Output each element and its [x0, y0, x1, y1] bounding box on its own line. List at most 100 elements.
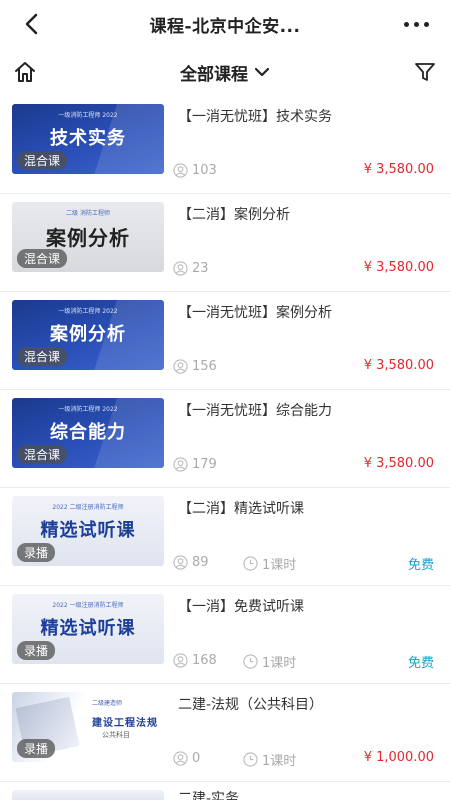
thumbnail-caption: 一级消防工程师 2022	[58, 308, 118, 315]
student-count: 168	[172, 652, 217, 668]
thumbnail-caption: 一级消防工程师 2022	[58, 112, 118, 119]
course-title: 【一消无忧班】技术实务	[178, 109, 332, 125]
chevron-down-icon	[254, 67, 270, 77]
course-type-badge: 混合课	[17, 151, 68, 170]
course-price: ¥ 3,580.00	[363, 162, 434, 177]
user-icon	[172, 652, 188, 668]
student-count-value: 0	[192, 750, 201, 766]
student-count: 23	[172, 260, 209, 276]
course-price: ¥ 3,580.00	[363, 260, 434, 275]
course-type-badge: 混合课	[17, 445, 68, 464]
more-options-button[interactable]	[396, 8, 436, 40]
user-icon	[172, 260, 188, 276]
course-item[interactable]: 一级消防工程师 2022 案例分析 混合课 【一消无忧班】案例分析 156 ¥ …	[0, 292, 450, 390]
student-count: 103	[172, 162, 217, 178]
duration-value: 1课时	[262, 754, 297, 769]
course-thumbnail	[12, 790, 164, 800]
dot-icon	[413, 21, 419, 27]
thumbnail-caption: 2022 一级注册消防工程师	[52, 602, 124, 609]
category-label: 全部课程	[180, 64, 248, 85]
course-duration: 1课时	[242, 554, 296, 573]
student-count-value: 23	[192, 260, 209, 276]
filter-button[interactable]	[410, 57, 440, 87]
student-count: 179	[172, 456, 217, 472]
home-button[interactable]	[10, 57, 40, 87]
course-title: 【一消无忧班】案例分析	[178, 305, 332, 321]
user-icon	[172, 358, 188, 374]
student-count: 0	[172, 750, 200, 766]
course-item[interactable]: 一级消防工程师 2022 综合能力 混合课 【一消无忧班】综合能力 179 ¥ …	[0, 390, 450, 488]
course-item[interactable]: 二级建造师 建设工程法规 公共科目 录播 二建-法规（公共科目） 0 1课时 ¥…	[0, 684, 450, 782]
course-item[interactable]: 二建-实务	[0, 782, 450, 800]
course-price: 免费	[407, 558, 434, 573]
course-type-badge: 录播	[17, 739, 56, 758]
duration-value: 1课时	[262, 656, 297, 671]
thumbnail-title: 案例分析	[50, 324, 126, 345]
student-count: 156	[172, 358, 217, 374]
thumbnail-title: 技术实务	[50, 128, 126, 149]
thumbnail-caption: 2022 二级注册消防工程师	[52, 504, 124, 511]
thumbnail-caption: 一级消防工程师 2022	[58, 406, 118, 413]
course-thumbnail: 一级消防工程师 2022 案例分析 混合课	[12, 300, 164, 370]
course-title: 二建-实务	[178, 791, 240, 800]
course-thumbnail: 二级建造师 建设工程法规 公共科目 录播	[12, 692, 164, 762]
course-thumbnail: 2022 一级注册消防工程师 精选试听课 录播	[12, 594, 164, 664]
course-thumbnail: 2022 二级注册消防工程师 精选试听课 录播	[12, 496, 164, 566]
course-title: 【二消】精选试听课	[178, 501, 304, 517]
clock-icon	[242, 556, 258, 572]
course-type-badge: 混合课	[17, 347, 68, 366]
student-count-value: 168	[192, 652, 217, 668]
course-price: ¥ 1,000.00	[363, 750, 434, 765]
course-thumbnail: 二级 消防工程师 案例分析 混合课	[12, 202, 164, 272]
course-list: 一级消防工程师 2022 技术实务 混合课 【一消无忧班】技术实务 103 ¥ …	[0, 96, 450, 800]
chevron-left-icon	[25, 13, 38, 35]
clock-icon	[242, 752, 258, 768]
navigation-bar: 课程-北京中企安...	[0, 0, 450, 48]
course-duration: 1课时	[242, 652, 296, 671]
student-count-value: 89	[192, 554, 209, 570]
funnel-icon	[415, 63, 435, 81]
thumbnail-title: 建设工程法规	[92, 718, 158, 729]
course-price: ¥ 3,580.00	[363, 358, 434, 373]
course-type-badge: 录播	[17, 543, 56, 562]
course-thumbnail: 一级消防工程师 2022 技术实务 混合课	[12, 104, 164, 174]
course-title: 【一消无忧班】综合能力	[178, 403, 332, 419]
course-title: 【一消】免费试听课	[178, 599, 304, 615]
thumbnail-title: 综合能力	[50, 422, 126, 443]
thumbnail-subtitle: 公共科目	[102, 731, 130, 739]
course-item[interactable]: 二级 消防工程师 案例分析 混合课 【二消】案例分析 23 ¥ 3,580.00	[0, 194, 450, 292]
course-duration: 1课时	[242, 750, 296, 769]
category-dropdown[interactable]: 全部课程	[180, 60, 270, 85]
dot-icon	[423, 21, 429, 27]
course-price: ¥ 3,580.00	[363, 456, 434, 471]
student-count: 89	[172, 554, 209, 570]
course-item[interactable]: 2022 一级注册消防工程师 精选试听课 录播 【一消】免费试听课 168 1课…	[0, 586, 450, 684]
user-icon	[172, 456, 188, 472]
course-price: 免费	[407, 656, 434, 671]
thumbnail-caption: 二级建造师	[92, 700, 123, 707]
back-button[interactable]	[16, 8, 48, 40]
page-title: 课程-北京中企安...	[149, 16, 301, 37]
thumbnail-title: 案例分析	[46, 226, 130, 250]
course-type-badge: 混合课	[17, 249, 68, 268]
dot-icon	[403, 21, 409, 27]
thumbnail-title: 精选试听课	[40, 520, 136, 541]
course-title: 【二消】案例分析	[178, 207, 290, 223]
course-item[interactable]: 一级消防工程师 2022 技术实务 混合课 【一消无忧班】技术实务 103 ¥ …	[0, 96, 450, 194]
user-icon	[172, 750, 188, 766]
thumbnail-title: 精选试听课	[40, 618, 136, 639]
user-icon	[172, 162, 188, 178]
clock-icon	[242, 654, 258, 670]
course-item[interactable]: 2022 二级注册消防工程师 精选试听课 录播 【二消】精选试听课 89 1课时…	[0, 488, 450, 586]
home-icon	[15, 62, 35, 82]
user-icon	[172, 554, 188, 570]
duration-value: 1课时	[262, 558, 297, 573]
course-type-badge: 录播	[17, 641, 56, 660]
course-thumbnail: 一级消防工程师 2022 综合能力 混合课	[12, 398, 164, 468]
student-count-value: 156	[192, 358, 217, 374]
course-title: 二建-法规（公共科目）	[178, 697, 324, 713]
thumbnail-caption: 二级 消防工程师	[66, 210, 110, 217]
student-count-value: 103	[192, 162, 217, 178]
filter-bar: 全部课程	[0, 52, 450, 92]
student-count-value: 179	[192, 456, 217, 472]
